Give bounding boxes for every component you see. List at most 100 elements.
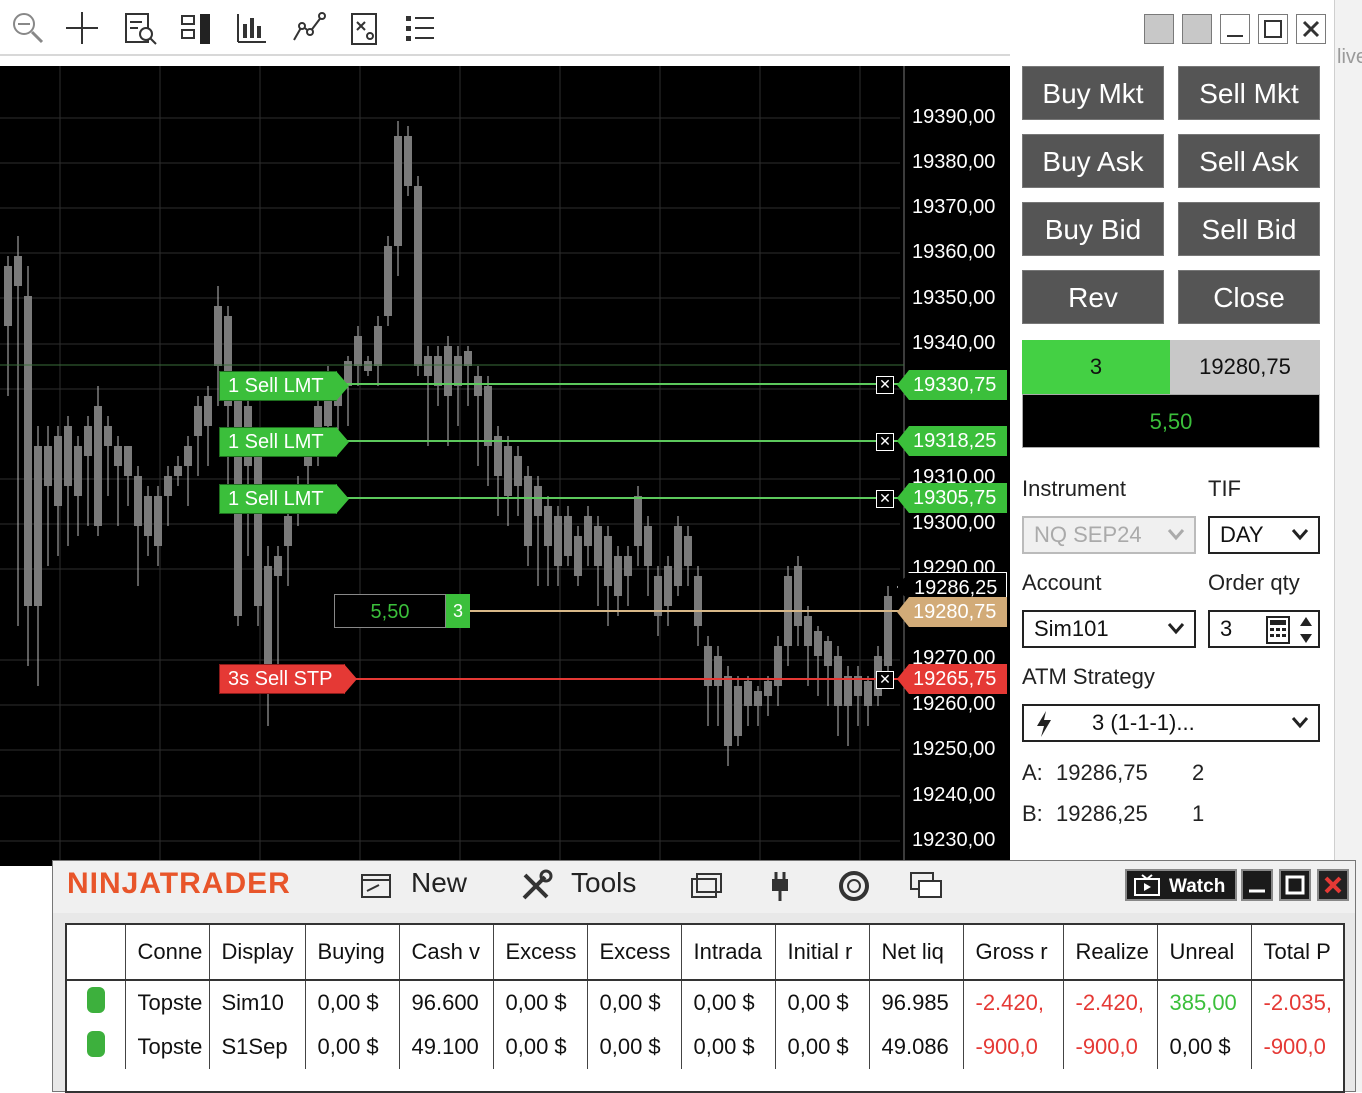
table-cell: -900,0 — [1063, 1025, 1158, 1069]
new-menu[interactable]: New — [411, 867, 467, 899]
column-header[interactable]: Cash v — [399, 925, 494, 981]
table-cell: 0,00 $ — [1157, 1025, 1252, 1069]
price-chart[interactable]: 19390,00 19380,00 19370,00 19360,00 1935… — [0, 66, 1010, 866]
sell-ask-button[interactable]: Sell Ask — [1178, 134, 1320, 188]
new-window-icon[interactable] — [359, 869, 395, 908]
candle — [744, 681, 752, 706]
column-header[interactable]: Initial r — [775, 925, 870, 981]
instrument-select[interactable]: NQ SEP24 — [1022, 516, 1196, 554]
watch-button[interactable]: Watch — [1125, 869, 1237, 901]
column-header[interactable]: Realize — [1063, 925, 1158, 981]
close-position-button[interactable]: Close — [1178, 270, 1320, 324]
column-header[interactable]: Unreal — [1157, 925, 1252, 981]
crosshair-icon[interactable] — [62, 8, 102, 48]
ask-price: 19286,75 — [1056, 760, 1148, 785]
position-pnl-box[interactable]: 5,50 — [334, 594, 446, 628]
sell-limit-order-tag[interactable]: 1 Sell LMT — [219, 371, 349, 401]
price-axis-label: 19340,00 — [912, 332, 996, 354]
cc-maximize-button[interactable] — [1279, 869, 1311, 901]
bar-type-icon[interactable] — [176, 8, 216, 48]
candle — [534, 486, 542, 516]
tools-menu[interactable]: Tools — [571, 867, 636, 899]
candle — [274, 556, 282, 576]
candle — [464, 351, 472, 366]
column-header[interactable]: Net liq — [869, 925, 964, 981]
column-header[interactable]: Excess — [493, 925, 588, 981]
sell-limit-order-tag[interactable]: 1 Sell LMT — [219, 484, 349, 514]
window-option-1-button[interactable] — [1144, 14, 1174, 44]
candle — [454, 356, 462, 386]
tif-select[interactable]: DAY — [1208, 516, 1320, 554]
candle — [214, 306, 222, 366]
column-header[interactable]: Conne — [125, 925, 210, 981]
cc-minimize-button[interactable] — [1241, 869, 1273, 901]
column-header[interactable]: Intrada — [681, 925, 776, 981]
candle — [694, 576, 702, 626]
reverse-button[interactable]: Rev — [1022, 270, 1164, 324]
table-cell: -900,0 — [963, 1025, 1064, 1069]
chevron-down-icon — [1166, 518, 1186, 562]
table-cell: 49.086 — [869, 1025, 964, 1069]
position-qty-box[interactable]: 3 — [446, 594, 470, 628]
column-header[interactable]: Buying — [305, 925, 400, 981]
cancel-order-icon[interactable]: ✕ — [876, 671, 894, 689]
order-qty-stepper[interactable]: 3 — [1208, 610, 1320, 648]
properties-list-icon[interactable] — [400, 8, 440, 48]
candle — [354, 336, 362, 366]
column-header[interactable]: Excess — [587, 925, 682, 981]
candle — [184, 446, 192, 466]
buy-market-button[interactable]: Buy Mkt — [1022, 66, 1164, 120]
account-select[interactable]: Sim101 — [1022, 610, 1196, 648]
table-cell: 0,00 $ — [775, 1025, 870, 1069]
indicators-icon[interactable] — [232, 8, 272, 48]
buy-bid-button[interactable]: Buy Bid — [1022, 202, 1164, 256]
price-axis-label: 19260,00 — [912, 693, 996, 715]
drawing-tools-icon[interactable] — [288, 8, 328, 48]
position-pnl: 5,50 — [1022, 394, 1320, 448]
candle — [114, 446, 122, 466]
maximize-button[interactable] — [1258, 14, 1288, 44]
connections-plug-icon[interactable] — [763, 869, 797, 908]
candle — [674, 526, 682, 586]
cancel-order-icon[interactable]: ✕ — [876, 490, 894, 508]
cancel-order-icon[interactable]: ✕ — [876, 376, 894, 394]
column-header[interactable] — [67, 925, 126, 981]
zoom-out-icon[interactable] — [8, 8, 48, 48]
minimize-button[interactable] — [1220, 14, 1250, 44]
cc-close-button[interactable] — [1317, 869, 1349, 901]
column-header[interactable]: Gross r — [963, 925, 1064, 981]
table-row[interactable]: Topste Sim10 0,00 $ 96.600 0,00 $ 0,00 $… — [67, 980, 1343, 1025]
calculator-icon[interactable] — [1266, 616, 1290, 654]
data-box-icon[interactable] — [120, 8, 160, 48]
tools-icon[interactable] — [519, 869, 553, 908]
sell-market-button[interactable]: Sell Mkt — [1178, 66, 1320, 120]
help-ring-icon[interactable] — [837, 869, 871, 908]
accounts-grid[interactable]: Conne Display Buying Cash v Excess Exces… — [65, 923, 1345, 1093]
table-cell: Topste — [125, 1025, 210, 1069]
price-axis-label: 19370,00 — [912, 196, 996, 218]
candle — [864, 681, 872, 706]
sell-limit-order-tag[interactable]: 1 Sell LMT — [219, 427, 349, 457]
strategies-icon[interactable] — [344, 8, 384, 48]
table-cell: 0,00 $ — [305, 1025, 400, 1069]
sell-bid-button[interactable]: Sell Bid — [1178, 202, 1320, 256]
order-qty-label: Order qty — [1208, 570, 1300, 595]
account-label: Account — [1022, 570, 1102, 595]
workspaces-icon[interactable] — [689, 869, 723, 908]
candle — [374, 326, 382, 366]
spin-arrows-icon[interactable] — [1298, 614, 1314, 656]
chart-toolbar — [0, 0, 1334, 56]
cancel-order-icon[interactable]: ✕ — [876, 433, 894, 451]
chart-canvas[interactable] — [0, 66, 1010, 866]
price-axis-label: 19230,00 — [912, 829, 996, 851]
column-header[interactable]: Total P — [1251, 925, 1343, 981]
atm-strategy-select[interactable]: 3 (1-1-1)... — [1022, 704, 1320, 742]
close-button[interactable] — [1296, 14, 1326, 44]
window-option-2-button[interactable] — [1182, 14, 1212, 44]
sell-stop-order-tag[interactable]: 3s Sell STP — [219, 664, 359, 694]
column-header[interactable]: Display — [209, 925, 306, 981]
table-row[interactable]: Topste S1Sep 0,00 $ 49.100 0,00 $ 0,00 $… — [67, 1025, 1343, 1069]
messages-icon[interactable] — [909, 869, 945, 908]
buy-ask-button[interactable]: Buy Ask — [1022, 134, 1164, 188]
instrument-value: NQ SEP24 — [1034, 522, 1142, 547]
